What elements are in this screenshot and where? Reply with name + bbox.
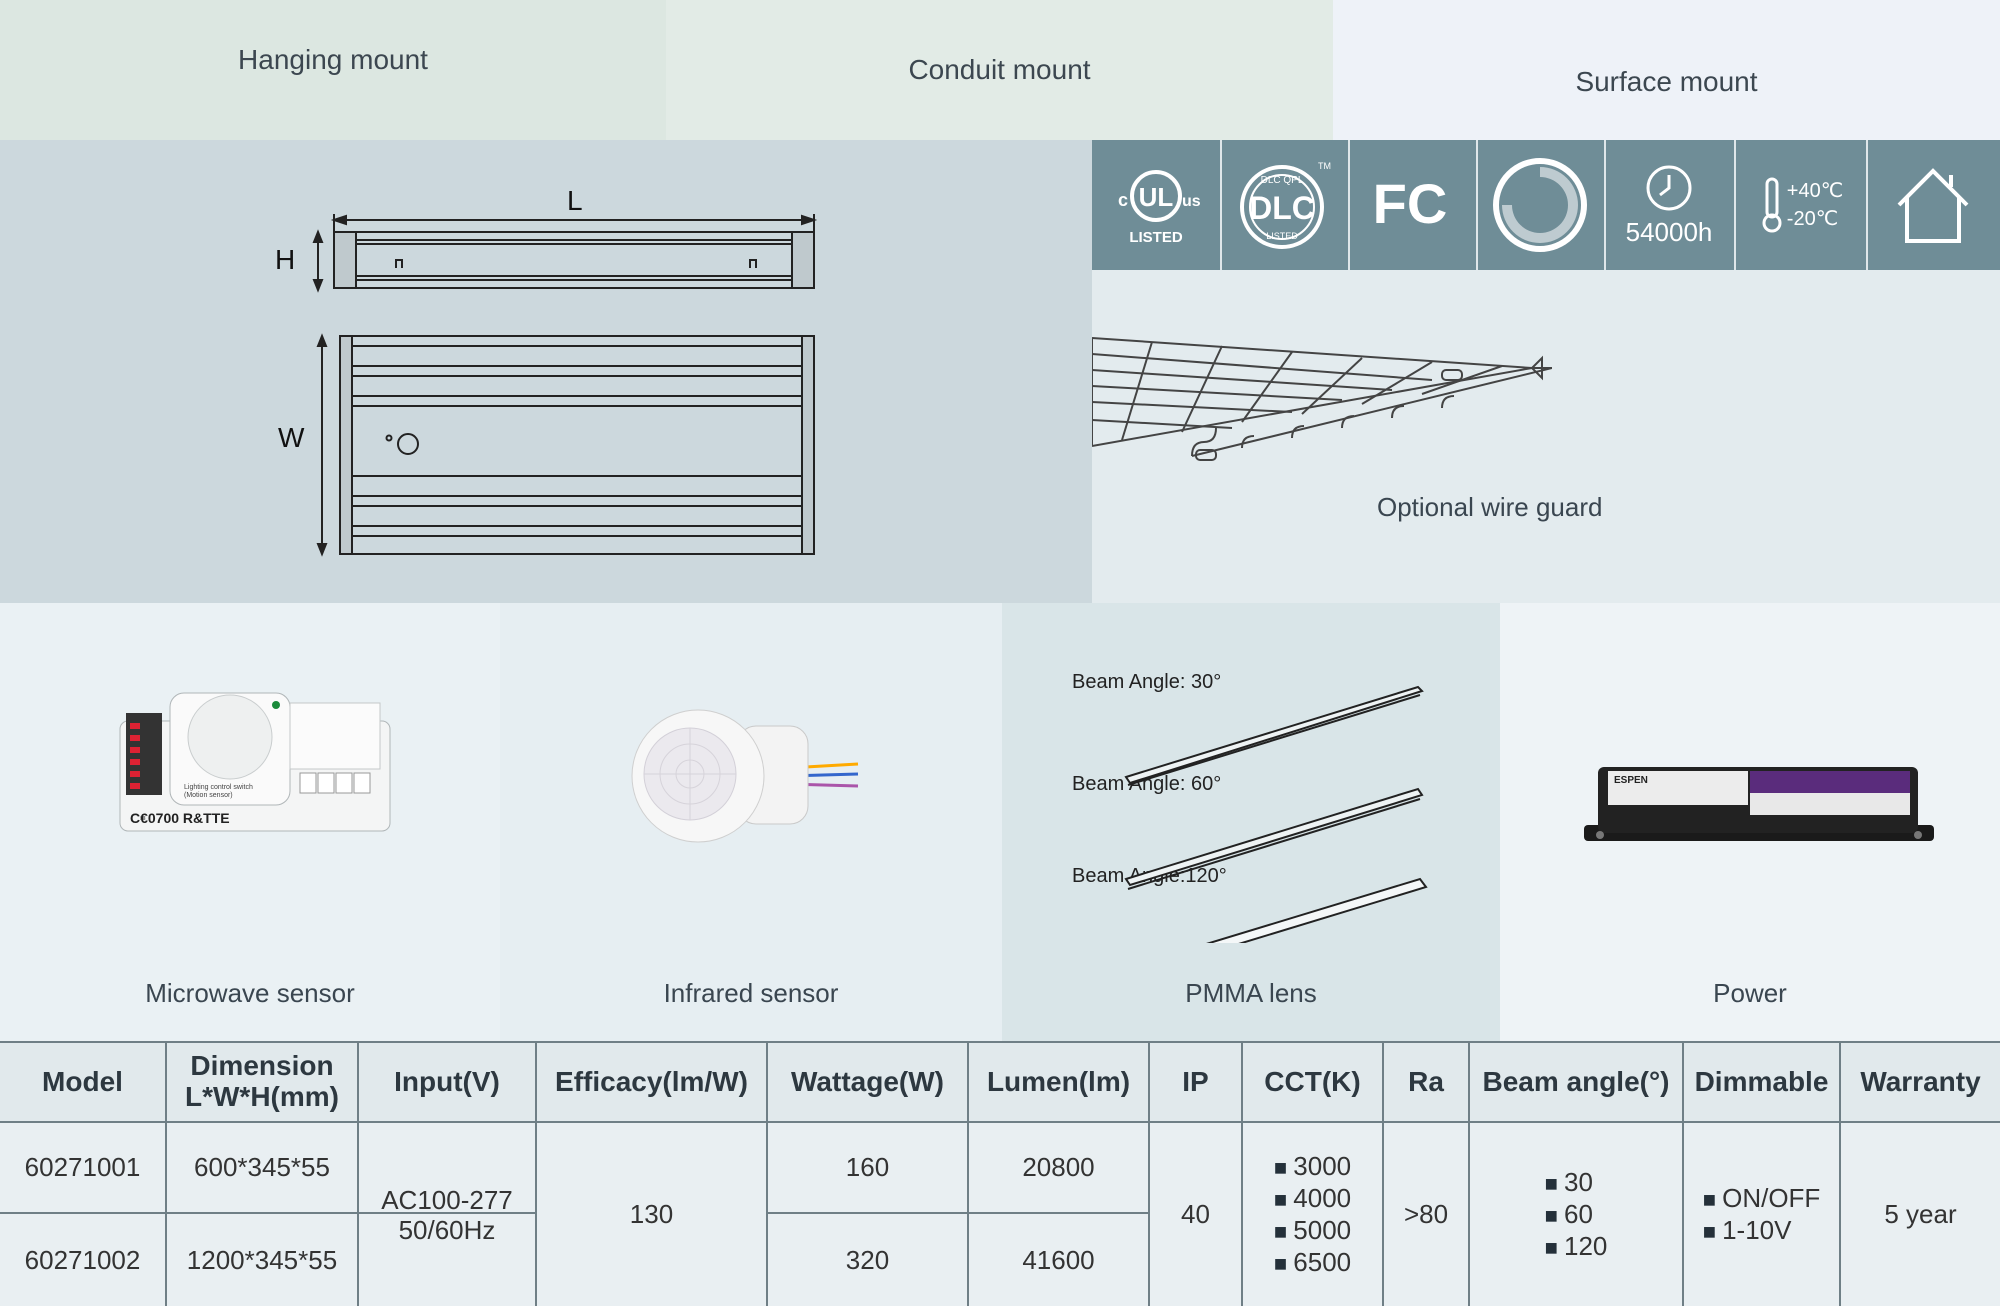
dimension-drawing-panel: L H W [0, 140, 1092, 603]
thermometer-icon [1762, 177, 1782, 233]
cct-option: 4000 [1274, 1183, 1351, 1215]
beam-option: 30 [1545, 1167, 1593, 1199]
microwave-sensor-label: Microwave sensor [145, 978, 355, 1008]
microwave-print-marks: C€0700 R&TTE [130, 810, 230, 826]
efficacy-cell: 130 [537, 1123, 768, 1306]
dlc-qpl-icon: DLC QPL DLC LISTED TM [1220, 140, 1350, 270]
height-label: H [275, 244, 296, 275]
row2-wattage: 320 [768, 1214, 969, 1306]
temp-low: -20℃ [1786, 208, 1839, 230]
cct-option: 6500 [1274, 1247, 1351, 1279]
wire-guard-drawing [1092, 337, 1552, 461]
input-voltage-range: AC100-277 [381, 1184, 513, 1215]
row1-model: 60271001 [0, 1123, 167, 1212]
row2-lumen: 41600 [969, 1214, 1150, 1306]
infrared-sensor-label: Infrared sensor [663, 978, 839, 1008]
conduit-mount-label: Conduit mount [908, 54, 1091, 85]
row1-lumen: 20800 [969, 1123, 1150, 1212]
lifetime-cell: 54000h [1604, 140, 1736, 270]
microwave-print-line1: Lighting control switch [184, 784, 253, 791]
dlc-tm-text: TM [1318, 161, 1331, 171]
power-label: Power [1713, 978, 1787, 1008]
temp-high: +40℃ [1786, 180, 1844, 202]
ul-listed-text: LISTED [1129, 229, 1183, 246]
house-icon [1866, 140, 2000, 270]
conduit-mount-panel: Conduit mount [666, 0, 1333, 140]
power-panel: ESPEN Power [1500, 603, 2000, 1041]
ul-listed-icon: UL c us LISTED [1092, 140, 1222, 270]
header-dimension-line2: L*W*H(mm) [185, 1081, 339, 1112]
header-efficacy: Efficacy(lm/W) [537, 1041, 768, 1121]
header-dimension-line1: Dimension [190, 1050, 334, 1081]
fixture-dimension-drawing [312, 214, 818, 557]
input-frequency: 50/60Hz [398, 1214, 496, 1245]
header-beam-angle: Beam angle(°) [1470, 1041, 1684, 1121]
row1-dimension: 600*345*55 [167, 1123, 359, 1212]
beam-option: 60 [1545, 1199, 1593, 1231]
dimmable-option: ON/OFF [1703, 1183, 1820, 1215]
ul-mark-text: UL [1139, 182, 1174, 212]
header-cct: CCT(K) [1243, 1041, 1384, 1121]
cct-option: 3000 [1274, 1151, 1351, 1183]
header-dimmable: Dimmable [1684, 1041, 1841, 1121]
header-dimension: Dimension L*W*H(mm) [167, 1041, 359, 1121]
row2-dimension: 1200*345*55 [167, 1214, 359, 1306]
warranty-cell: 5 year [1884, 1199, 1957, 1229]
pmma-lens-drawing [1124, 685, 1428, 943]
cct-option: 5000 [1274, 1215, 1351, 1247]
fcc-icon: FC [1348, 140, 1478, 270]
beam-angle-cell: 30 60 120 [1470, 1123, 1684, 1306]
header-ip: IP [1150, 1041, 1243, 1121]
header-warranty: Warranty [1860, 1065, 1981, 1097]
lifetime-value: 54000h [1625, 216, 1713, 247]
microwave-sensor-image: Lighting control switch (Motion sensor) … [119, 692, 391, 832]
wire-guard-label: Optional wire guard [1377, 492, 1603, 522]
header-lumen: Lumen(lm) [969, 1041, 1150, 1121]
certification-bar: UL c us LISTED DLC QPL DLC LISTED TM FC [1092, 140, 2000, 270]
infrared-sensor-image [631, 709, 859, 843]
row1-wattage: 160 [768, 1123, 969, 1212]
dlc-top-text: DLC QPL [1261, 175, 1304, 186]
power-brand-print: ESPEN [1614, 775, 1648, 786]
dlc-main-text: DLC [1249, 190, 1315, 226]
microwave-print-line2: (Motion sensor) [184, 792, 233, 799]
temperature-cell: +40℃ -20℃ [1734, 140, 1868, 270]
hanging-mount-panel: Hanging mount [0, 0, 666, 140]
power-driver-image: ESPEN [1584, 767, 1934, 841]
input-voltage-cell: AC100-277 50/60Hz [359, 1123, 537, 1306]
ul-us-text: us [1182, 193, 1201, 210]
header-model: Model [0, 1041, 167, 1121]
cct-cell: 3000 4000 5000 6500 [1243, 1123, 1384, 1306]
header-ra: Ra [1384, 1041, 1470, 1121]
surface-mount-label: Surface mount [1575, 66, 1758, 97]
spec-table: Model Dimension L*W*H(mm) Input(V) Effic… [0, 1041, 2000, 1306]
beam-option: 120 [1545, 1231, 1607, 1263]
dimmable-cell: ON/OFF 1-10V [1684, 1123, 1841, 1306]
header-wattage: Wattage(W) [768, 1041, 969, 1121]
length-label: L [567, 185, 583, 216]
ip-cell: 40 [1150, 1123, 1243, 1306]
pmma-lens-panel: Beam Angle: 30° Beam Angle: 60° Beam Ang… [1002, 603, 1500, 1041]
clock-icon [1646, 165, 1692, 210]
ul-c-text: c [1118, 190, 1128, 210]
microwave-sensor-panel: Lighting control switch (Motion sensor) … [0, 603, 500, 1041]
fcc-text: FC [1373, 172, 1448, 235]
header-input: Input(V) [359, 1041, 537, 1121]
dimming-icon [1476, 140, 1606, 270]
pmma-lens-label: PMMA lens [1185, 978, 1317, 1008]
surface-mount-panel: Surface mount [1333, 0, 2000, 140]
row2-model: 60271002 [0, 1214, 167, 1306]
width-label: W [278, 422, 305, 453]
ra-cell: >80 [1384, 1123, 1470, 1306]
dlc-bottom-text: LISTED [1266, 231, 1298, 241]
dimmable-option: 1-10V [1703, 1215, 1791, 1247]
wire-guard-panel: Optional wire guard [1092, 270, 2000, 603]
infrared-sensor-panel: Infrared sensor [500, 603, 1002, 1041]
hanging-mount-label: Hanging mount [238, 44, 428, 75]
